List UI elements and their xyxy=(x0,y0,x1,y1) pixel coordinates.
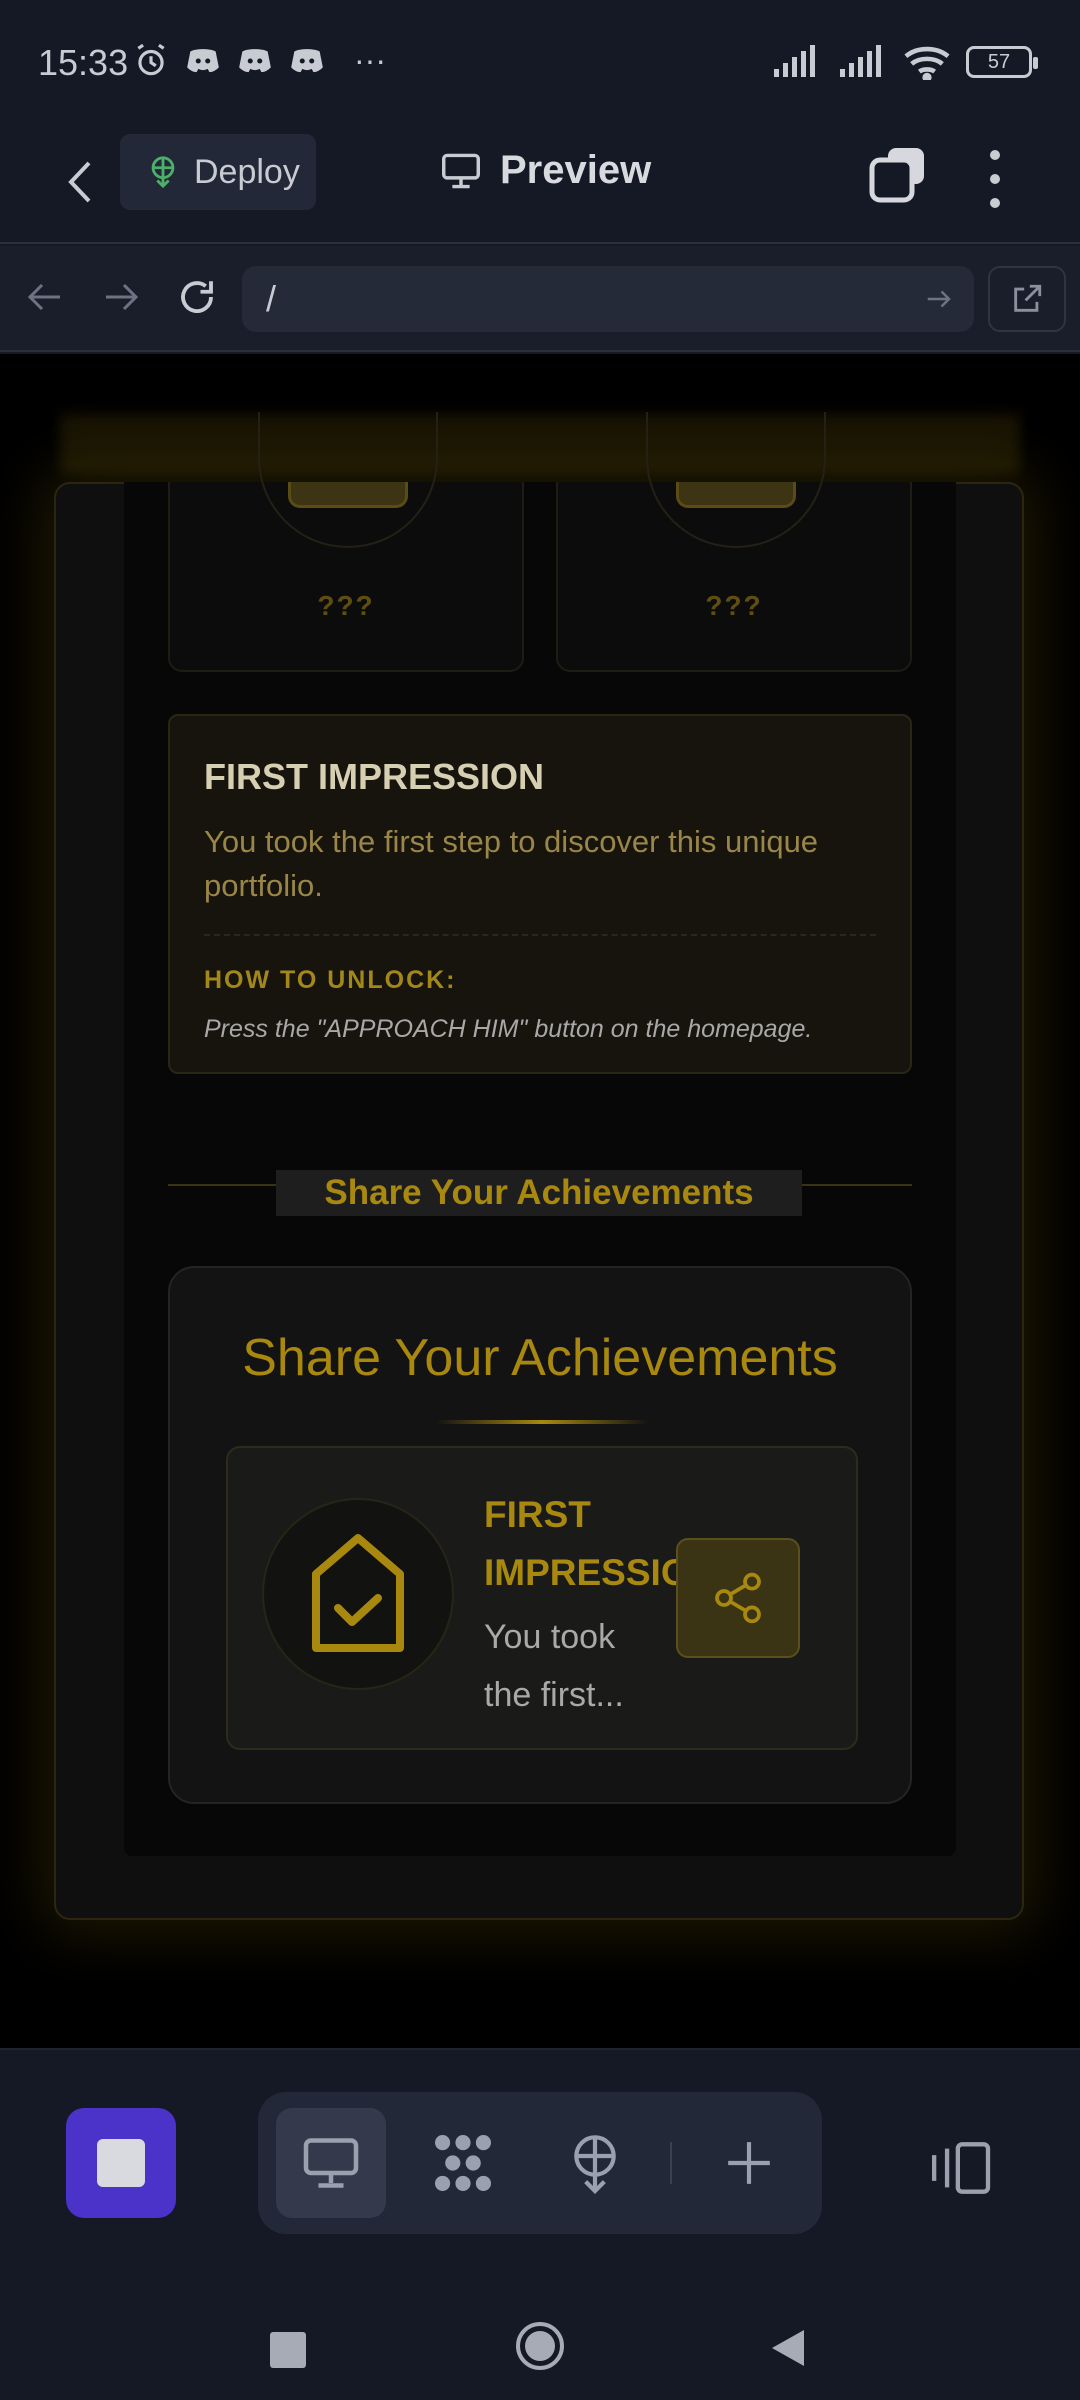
lock-icon xyxy=(288,482,408,508)
achievement-detail-card: FIRST IMPRESSION You took the first step… xyxy=(168,714,912,1074)
chevron-left-icon xyxy=(68,161,91,203)
battery-indicator: 57 xyxy=(966,46,1038,78)
tabs-button[interactable] xyxy=(868,146,928,206)
arrow-left-icon xyxy=(27,283,60,311)
preview-tool-button[interactable] xyxy=(276,2108,386,2218)
deploy-label: Deploy xyxy=(194,152,300,191)
deploy-icon xyxy=(574,2135,616,2194)
share-icon xyxy=(715,1572,761,1624)
unlock-instructions: Press the "APPROACH HIM" button on the h… xyxy=(204,1015,813,1043)
system-navigation-bar xyxy=(0,2248,1080,2400)
divider xyxy=(204,934,876,936)
open-external-button[interactable] xyxy=(988,266,1066,332)
unlock-heading: HOW TO UNLOCK: xyxy=(204,966,457,994)
discord-icon xyxy=(239,49,271,73)
url-bar: / xyxy=(0,246,1080,352)
discord-icon xyxy=(291,49,323,73)
status-bar: 15:33 ··· 57 xyxy=(0,0,1080,120)
page-top-glow xyxy=(60,414,1020,474)
device-layout-button[interactable] xyxy=(920,2130,1000,2206)
reload-button[interactable] xyxy=(172,272,222,322)
workflows-icon xyxy=(435,2135,491,2191)
share-panel-title: Share Your Achievements xyxy=(242,1329,838,1387)
stop-button[interactable] xyxy=(66,2108,176,2218)
plus-icon xyxy=(728,2142,770,2184)
system-back-button[interactable] xyxy=(768,2328,808,2368)
device-switch-icon xyxy=(932,2142,991,2194)
shareable-achievement-card: FIRST IMPRESSION You took the first... xyxy=(226,1446,858,1750)
share-button[interactable] xyxy=(676,1538,800,1658)
bottom-toolbar xyxy=(0,2048,1080,2248)
url-input[interactable]: / xyxy=(242,266,974,332)
home-button[interactable] xyxy=(514,2320,566,2372)
browser-forward-button[interactable] xyxy=(96,272,146,322)
home-check-icon xyxy=(312,1534,404,1652)
achievement-badge xyxy=(646,412,826,548)
stop-icon xyxy=(97,2139,145,2187)
workflows-tool-button[interactable] xyxy=(408,2108,518,2218)
discord-icon xyxy=(187,49,219,73)
achievement-badge xyxy=(262,1498,454,1690)
arrow-right-icon xyxy=(106,283,139,311)
url-text: / xyxy=(266,278,277,319)
share-panel: Share Your Achievements FIRST IMPRESSION… xyxy=(168,1266,912,1804)
browser-back-button[interactable] xyxy=(20,272,70,322)
preview-title: Preview xyxy=(440,148,651,193)
monitor-icon xyxy=(303,2138,359,2188)
go-arrow-icon[interactable] xyxy=(924,284,954,314)
locked-label: ??? xyxy=(705,590,763,621)
tabs-icon xyxy=(869,148,924,203)
deploy-tool-button[interactable] xyxy=(540,2108,650,2218)
back-button[interactable] xyxy=(52,146,108,218)
wifi-icon xyxy=(904,46,950,80)
tool-group xyxy=(258,2092,822,2234)
lock-icon xyxy=(676,482,796,508)
deploy-button[interactable]: Deploy xyxy=(120,134,316,210)
recents-button[interactable] xyxy=(270,2332,306,2368)
share-section-heading: Share Your Achievements xyxy=(276,1170,802,1216)
card-description: You took the first... xyxy=(484,1618,624,1714)
page-title: Preview xyxy=(500,148,652,192)
locked-label: ??? xyxy=(317,590,375,621)
clock: 15:33 xyxy=(38,42,129,83)
achievement-badge xyxy=(258,412,438,548)
add-tool-button[interactable] xyxy=(694,2108,804,2218)
deploy-icon xyxy=(151,156,175,189)
notification-icons: ··· xyxy=(132,42,386,80)
locked-achievement-card[interactable]: ??? xyxy=(168,412,524,672)
more-options-button[interactable] xyxy=(975,144,1015,214)
more-notifications: ··· xyxy=(354,42,386,78)
title-underline xyxy=(436,1420,648,1424)
achievement-title: FIRST IMPRESSION xyxy=(204,756,545,797)
signal-icon xyxy=(840,45,881,77)
reload-icon xyxy=(181,281,213,313)
achievement-description: You took the first step to discover this… xyxy=(204,824,819,903)
alarm-icon xyxy=(137,43,165,76)
monitor-icon xyxy=(442,153,480,188)
divider xyxy=(670,2142,672,2184)
web-preview: ??? ??? FIRST IMPRESSION You took the fi… xyxy=(0,354,1080,2048)
app-header: Deploy Preview xyxy=(0,120,1080,244)
system-indicators: 57 xyxy=(772,44,1038,80)
more-vertical-icon xyxy=(990,150,1000,160)
signal-icon xyxy=(774,45,815,77)
external-link-icon xyxy=(1014,284,1042,312)
locked-achievement-card[interactable]: ??? xyxy=(556,412,912,672)
